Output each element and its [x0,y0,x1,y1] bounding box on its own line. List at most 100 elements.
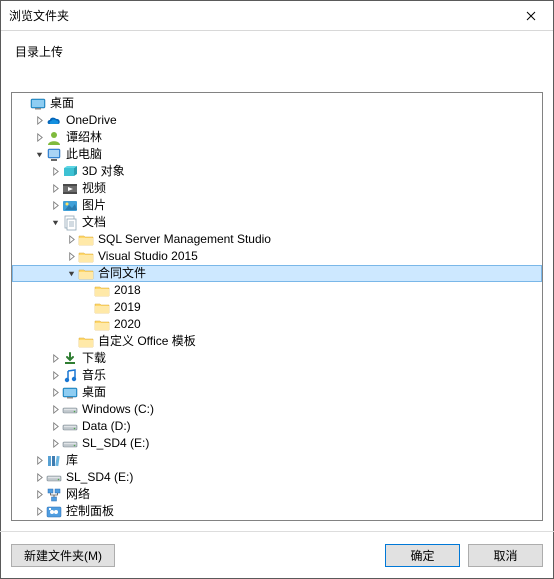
chevron-right-icon[interactable] [32,471,46,485]
chevron-right-icon[interactable] [48,199,62,213]
tree-item-label: 图片 [82,197,106,214]
tree-item-label: 2018 [114,282,141,299]
chevron-right-icon[interactable] [32,131,46,145]
tree-item-label: 控制面板 [66,503,114,520]
tree-item-label: 合同文件 [98,265,146,282]
tree-item-label: 音乐 [82,367,106,384]
drive-icon [62,436,78,452]
videos-icon [62,181,78,197]
tree-item-label: OneDrive [66,112,117,129]
network-icon [46,487,62,503]
chevron-right-icon[interactable] [48,420,62,434]
folder-icon [78,249,94,265]
tree-item-vs2015[interactable]: Visual Studio 2015 [12,248,542,265]
arrow-blank [64,335,78,349]
chevron-right-icon[interactable] [48,165,62,179]
chevron-right-icon[interactable] [48,182,62,196]
close-button[interactable] [508,1,553,31]
arrow-blank [80,284,94,298]
titlebar: 浏览文件夹 [1,1,553,31]
downloads-icon [62,351,78,367]
chevron-right-icon[interactable] [32,454,46,468]
folder-tree[interactable]: 桌面OneDrive谭绍林此电脑3D 对象视频图片文档SQL Server Ma… [11,92,543,521]
user-icon [46,130,62,146]
tree-item-desktop2[interactable]: 桌面 [12,384,542,401]
onedrive-icon [46,113,62,129]
tree-item-drivee2[interactable]: SL_SD4 (E:) [12,469,542,486]
tree-item-user[interactable]: 谭绍林 [12,129,542,146]
tree-item-label: 自定义 Office 模板 [98,333,196,350]
new-folder-button[interactable]: 新建文件夹(M) [11,544,115,567]
drive-icon [62,402,78,418]
tree-item-label: 下载 [82,350,106,367]
tree-item-label: SL_SD4 (E:) [66,469,133,486]
chevron-right-icon[interactable] [32,114,46,128]
ok-button[interactable]: 确定 [385,544,460,567]
tree-item-controlpanel[interactable]: 控制面板 [12,503,542,520]
tree-item-drivee[interactable]: SL_SD4 (E:) [12,435,542,452]
tree-item-ssms[interactable]: SQL Server Management Studio [12,231,542,248]
chevron-right-icon[interactable] [48,437,62,451]
tree-item-onedrive[interactable]: OneDrive [12,112,542,129]
chevron-right-icon[interactable] [48,403,62,417]
folder-icon [78,232,94,248]
folder-icon [78,266,94,282]
tree-item-3dobj[interactable]: 3D 对象 [12,163,542,180]
tree-item-label: Data (D:) [82,418,131,435]
tree-item-drived[interactable]: Data (D:) [12,418,542,435]
tree-item-y2018[interactable]: 2018 [12,282,542,299]
tree-item-contract[interactable]: 合同文件 [12,265,542,282]
arrow-blank [80,301,94,315]
tree-item-thispc[interactable]: 此电脑 [12,146,542,163]
folder-icon [94,300,110,316]
tree-item-recyclebin[interactable]: 回收站 [12,520,542,521]
desktop-icon [30,96,46,112]
chevron-right-icon[interactable] [32,488,46,502]
tree-item-label: 桌面 [50,95,74,112]
tree-item-label: 此电脑 [66,146,102,163]
tree-item-documents[interactable]: 文档 [12,214,542,231]
folder-icon [94,283,110,299]
tree-item-y2020[interactable]: 2020 [12,316,542,333]
tree-item-pictures[interactable]: 图片 [12,197,542,214]
chevron-down-icon[interactable] [48,216,62,230]
tree-item-downloads[interactable]: 下载 [12,350,542,367]
folder-icon [78,334,94,350]
chevron-right-icon[interactable] [48,386,62,400]
cancel-button[interactable]: 取消 [468,544,543,567]
chevron-right-icon[interactable] [32,505,46,519]
tree-item-label: 2019 [114,299,141,316]
tree-item-drivec[interactable]: Windows (C:) [12,401,542,418]
tree-item-label: 桌面 [82,384,106,401]
tree-item-desktop[interactable]: 桌面 [12,95,542,112]
tree-item-label: SL_SD4 (E:) [82,435,149,452]
tree-item-y2019[interactable]: 2019 [12,299,542,316]
chevron-down-icon[interactable] [32,148,46,162]
chevron-right-icon[interactable] [48,352,62,366]
documents-icon [62,215,78,231]
dialog-subtitle: 目录上传 [1,31,553,70]
chevron-right-icon[interactable] [48,369,62,383]
pictures-icon [62,198,78,214]
tree-item-videos[interactable]: 视频 [12,180,542,197]
chevron-down-icon[interactable] [64,267,78,281]
chevron-right-icon[interactable] [64,250,78,264]
desktop-icon [62,385,78,401]
button-bar: 新建文件夹(M) 确定 取消 [0,531,554,579]
tree-item-libraries[interactable]: 库 [12,452,542,469]
tree-item-music[interactable]: 音乐 [12,367,542,384]
tree-item-label: SQL Server Management Studio [98,231,271,248]
tree-item-label: 回收站 [66,520,102,521]
chevron-right-icon[interactable] [64,233,78,247]
tree-item-label: 文档 [82,214,106,231]
tree-item-network[interactable]: 网络 [12,486,542,503]
tree-item-customoffice[interactable]: 自定义 Office 模板 [12,333,542,350]
tree-item-label: 2020 [114,316,141,333]
music-icon [62,368,78,384]
tree-item-label: 网络 [66,486,90,503]
tree-item-label: Windows (C:) [82,401,154,418]
drive-icon [62,419,78,435]
arrow-blank [16,97,30,111]
recyclebin-icon [46,521,62,522]
3d-icon [62,164,78,180]
